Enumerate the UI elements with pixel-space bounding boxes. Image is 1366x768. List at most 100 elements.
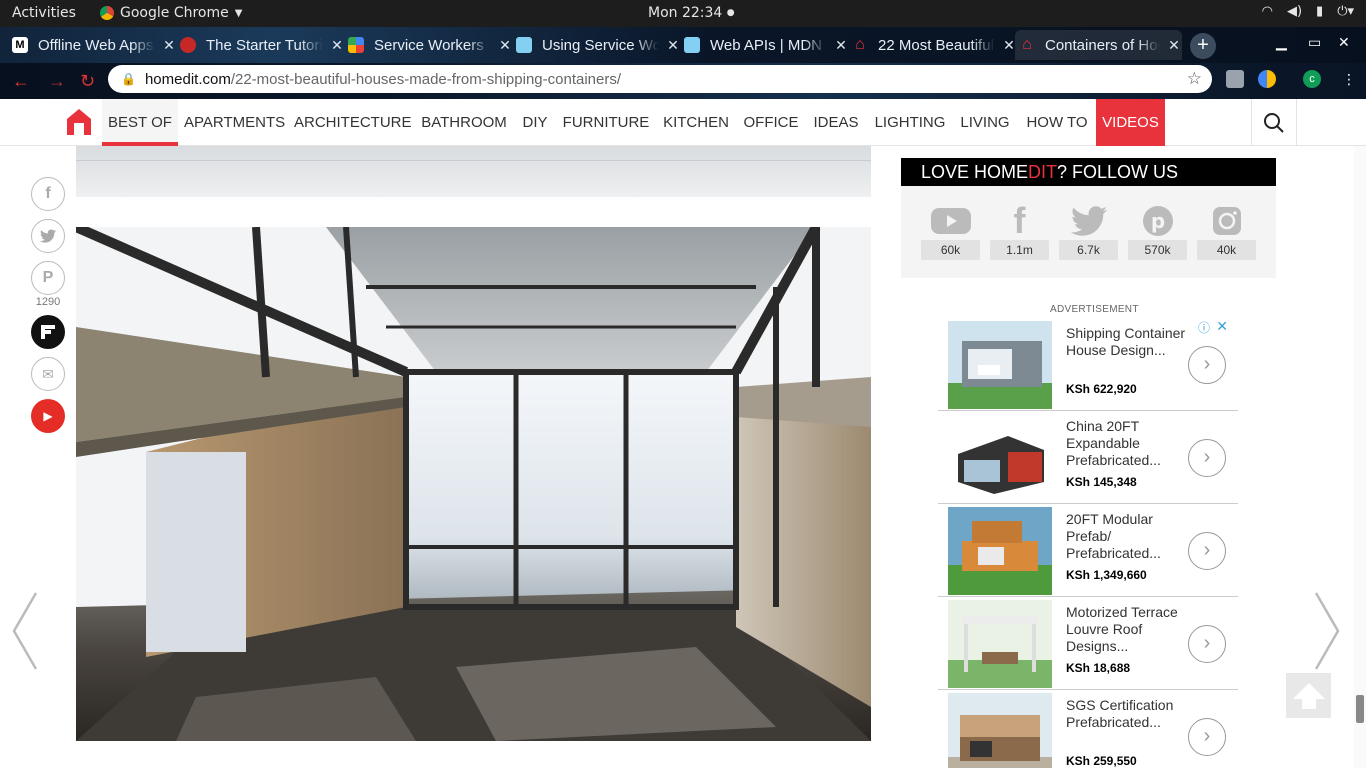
ad-price: KSh 145,348	[1066, 475, 1137, 489]
scrollbar-thumb[interactable]	[1356, 695, 1364, 723]
search-icon[interactable]	[1263, 112, 1285, 134]
nav-bathroom[interactable]: BATHROOM	[420, 99, 508, 146]
youtube-icon: ▶	[43, 409, 53, 423]
tab[interactable]: The Starter Tutorial ✕	[180, 30, 345, 60]
page-content: f P 1290 ✉ ▶ LOVE HOMEDIT? FOLLOW US 60k…	[0, 146, 1366, 768]
homedit-logo-icon[interactable]	[64, 107, 94, 137]
minimize-icon[interactable]: ▁	[1276, 34, 1287, 51]
previous-photo	[76, 146, 871, 197]
back-icon[interactable]: ←	[12, 71, 30, 92]
close-icon[interactable]: ✕	[497, 37, 513, 54]
reload-icon[interactable]: ↻	[80, 71, 95, 92]
back-to-top-button[interactable]	[1286, 673, 1331, 718]
close-icon[interactable]: ✕	[833, 37, 849, 54]
tab[interactable]: ⌂ 22 Most Beautiful Houses ✕	[852, 30, 1017, 60]
ad-item[interactable]: Shipping Container House Design... KSh 6…	[938, 318, 1238, 411]
bookmark-star-icon[interactable]: ☆	[1187, 69, 1202, 89]
address-bar[interactable]: 🔒 homedit.com/22-most-beautiful-houses-m…	[108, 65, 1212, 93]
nav-divider	[1251, 99, 1252, 146]
ad-item[interactable]: 20FT Modular Prefab/ Prefabricated... KS…	[938, 504, 1238, 597]
chevron-right-icon[interactable]: ›	[1188, 718, 1226, 756]
wifi-icon: ◠	[1261, 4, 1273, 19]
app-menu[interactable]: Google Chrome ▼	[100, 5, 242, 21]
nav-lighting[interactable]: LIGHTING	[872, 99, 948, 146]
nav-living[interactable]: LIVING	[958, 99, 1012, 146]
activities-button[interactable]: Activities	[12, 5, 76, 21]
nav-ideas[interactable]: IDEAS	[810, 99, 862, 146]
ad-item[interactable]: SGS Certification Prefabricated... KSh 2…	[938, 690, 1238, 768]
new-tab-button[interactable]: +	[1190, 33, 1216, 59]
volume-icon: ◀)	[1286, 4, 1303, 19]
chevron-right-icon[interactable]: ›	[1188, 625, 1226, 663]
mdn-icon	[516, 37, 532, 53]
clock-text: Mon 22:34	[648, 5, 723, 21]
vertical-scrollbar[interactable]	[1354, 146, 1366, 768]
prev-slide-arrow-icon[interactable]	[10, 591, 40, 671]
close-icon[interactable]: ✕	[665, 37, 681, 54]
site-navigation: BEST OF APARTMENTS ARCHITECTURE BATHROOM…	[0, 99, 1366, 146]
profile-avatar[interactable]: c	[1303, 70, 1321, 88]
tab[interactable]: Using Service Workers ✕	[516, 30, 681, 60]
os-top-bar: Activities Google Chrome ▼ Mon 22:34 ● ◠…	[0, 0, 1366, 27]
ad-item[interactable]: Motorized Terrace Louvre Roof Designs...…	[938, 597, 1238, 690]
nav-apartments[interactable]: APARTMENTS	[184, 99, 285, 146]
ad-item[interactable]: China 20FT Expandable Prefabricated... K…	[938, 411, 1238, 504]
nav-videos[interactable]: VIDEOS	[1096, 99, 1165, 146]
tab[interactable]: Web APIs | MDN ✕	[684, 30, 849, 60]
nav-furniture[interactable]: FURNITURE	[562, 99, 650, 146]
nav-best-of[interactable]: BEST OF	[102, 99, 178, 146]
ad-title: 20FT Modular Prefab/ Prefabricated...	[1066, 511, 1161, 561]
instagram-follow[interactable]: 40k	[1197, 202, 1256, 260]
ad-product-image	[948, 321, 1052, 409]
menu-icon[interactable]: ⋮	[1340, 70, 1358, 88]
pinterest-count: 570k	[1128, 240, 1187, 260]
battery-icon: ▮	[1316, 4, 1324, 19]
email-share-button[interactable]: ✉	[31, 357, 65, 391]
pinterest-share-button[interactable]: P	[31, 261, 65, 295]
twitter-share-button[interactable]	[31, 219, 65, 253]
chevron-right-icon[interactable]: ›	[1188, 439, 1226, 477]
tab[interactable]: M Offline Web Apps ✕	[12, 30, 177, 60]
chevron-right-icon[interactable]: ›	[1188, 532, 1226, 570]
youtube-icon	[921, 202, 980, 240]
nav-office[interactable]: OFFICE	[742, 99, 800, 146]
tab-strip: M Offline Web Apps ✕ The Starter Tutoria…	[0, 27, 1366, 63]
close-icon[interactable]: ✕	[1166, 37, 1182, 54]
clock[interactable]: Mon 22:34 ●	[648, 5, 735, 21]
ad-product-image	[948, 414, 1052, 502]
facebook-icon: f	[45, 185, 51, 202]
forward-icon[interactable]: →	[48, 71, 66, 92]
tab[interactable]: Service Workers ✕	[348, 30, 513, 60]
nav-architecture[interactable]: ARCHITECTURE	[294, 99, 412, 146]
maximize-icon[interactable]: ▭	[1308, 34, 1321, 51]
facebook-share-button[interactable]: f	[31, 177, 65, 211]
nav-how-to[interactable]: HOW TO	[1022, 99, 1092, 146]
extension-icon[interactable]	[1258, 70, 1276, 88]
extension-icon[interactable]	[1226, 70, 1244, 88]
article-column	[76, 146, 871, 768]
twitter-follow[interactable]: 6.7k	[1059, 202, 1118, 260]
follow-title-a: LOVE HOME	[921, 162, 1029, 182]
nav-diy[interactable]: DIY	[518, 99, 552, 146]
tab-title: Web APIs | MDN	[710, 36, 822, 54]
youtube-button[interactable]: ▶	[31, 399, 65, 433]
tab-title: Containers of Hope	[1045, 36, 1160, 54]
close-icon[interactable]: ✕	[329, 37, 345, 54]
url-host: homedit.com	[144, 70, 231, 88]
system-tray[interactable]: ◠ ◀) ▮ ⏻▾	[1262, 4, 1354, 19]
ad-title: China 20FT Expandable Prefabricated...	[1066, 418, 1161, 468]
email-icon: ✉	[42, 365, 54, 382]
instagram-icon	[1197, 202, 1256, 240]
close-icon[interactable]: ✕	[161, 37, 177, 54]
pinterest-follow[interactable]: p 570k	[1128, 202, 1187, 260]
nav-kitchen[interactable]: KITCHEN	[660, 99, 732, 146]
flipboard-share-button[interactable]	[31, 315, 65, 349]
close-window-icon[interactable]: ✕	[1338, 34, 1350, 51]
tab-active[interactable]: ⌂ Containers of Hope ✕	[1015, 30, 1182, 60]
chevron-down-icon: ▼	[234, 7, 243, 19]
chevron-right-icon[interactable]: ›	[1188, 346, 1226, 384]
next-slide-arrow-icon[interactable]	[1312, 591, 1342, 671]
facebook-follow[interactable]: f 1.1m	[990, 200, 1049, 260]
youtube-follow[interactable]: 60k	[921, 202, 980, 260]
ad-title: SGS Certification Prefabricated...	[1066, 697, 1174, 730]
